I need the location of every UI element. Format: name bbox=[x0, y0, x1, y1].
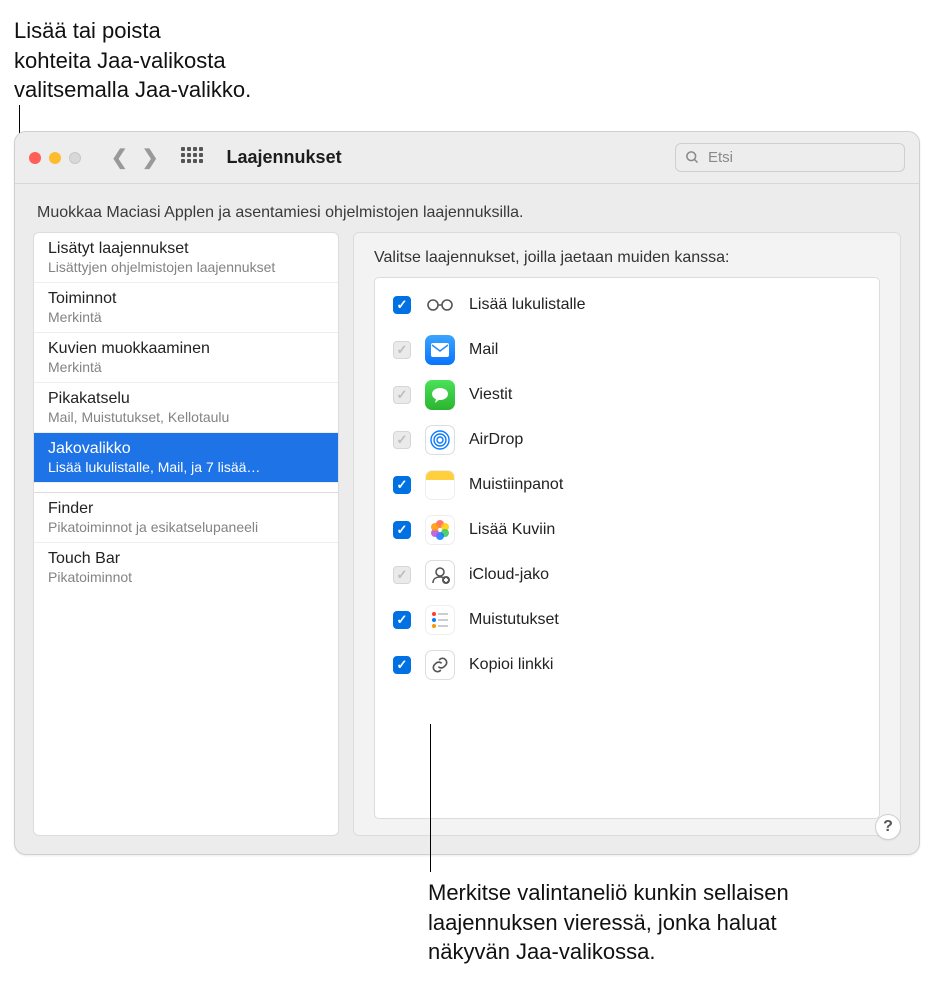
extension-checkbox bbox=[393, 386, 411, 404]
sidebar-item-label: Pikakatselu bbox=[48, 390, 324, 408]
extension-label: Muistutukset bbox=[469, 611, 559, 629]
extension-row: Mail bbox=[375, 327, 879, 372]
grid-icon[interactable] bbox=[181, 147, 203, 169]
close-button[interactable] bbox=[29, 152, 41, 164]
sidebar-separator bbox=[34, 483, 338, 493]
photos-icon bbox=[425, 515, 455, 545]
sidebar-item-actions[interactable]: Toiminnot Merkintä bbox=[34, 283, 338, 333]
sidebar-item-sublabel: Merkintä bbox=[48, 309, 324, 325]
sidebar: Lisätyt laajennukset Lisättyjen ohjelmis… bbox=[33, 232, 339, 836]
airdrop-icon bbox=[425, 425, 455, 455]
search-field[interactable] bbox=[675, 143, 905, 172]
extension-row: Lisää lukulistalle bbox=[375, 282, 879, 327]
extension-checkbox[interactable] bbox=[393, 521, 411, 539]
extension-label: AirDrop bbox=[469, 431, 523, 449]
sidebar-item-sublabel: Mail, Muistutukset, Kellotaulu bbox=[48, 409, 324, 425]
sidebar-item-photo-editing[interactable]: Kuvien muokkaaminen Merkintä bbox=[34, 333, 338, 383]
sidebar-item-sublabel: Lisättyjen ohjelmistojen laajennukset bbox=[48, 259, 324, 275]
sidebar-item-sublabel: Pikatoiminnot ja esikatselupaneeli bbox=[48, 519, 324, 535]
window-controls bbox=[29, 152, 81, 164]
extension-checkbox bbox=[393, 341, 411, 359]
nav-arrows: ❮ ❯ bbox=[111, 145, 159, 170]
extension-row: AirDrop bbox=[375, 417, 879, 462]
sidebar-item-label: Kuvien muokkaaminen bbox=[48, 340, 324, 358]
extensions-list: Lisää lukulistalle Mail Viestit bbox=[374, 277, 880, 819]
extension-row: iCloud-jako bbox=[375, 552, 879, 597]
extension-row: Lisää Kuviin bbox=[375, 507, 879, 552]
extension-label: Lisää lukulistalle bbox=[469, 296, 586, 314]
sidebar-item-quicklook[interactable]: Pikakatselu Mail, Muistutukset, Kellotau… bbox=[34, 383, 338, 433]
annotation-top: Lisää tai poista kohteita Jaa-valikosta … bbox=[14, 16, 251, 105]
extension-label: iCloud-jako bbox=[469, 566, 549, 584]
sidebar-item-touchbar[interactable]: Touch Bar Pikatoiminnot bbox=[34, 543, 338, 592]
sidebar-item-added-extensions[interactable]: Lisätyt laajennukset Lisättyjen ohjelmis… bbox=[34, 233, 338, 283]
zoom-button[interactable] bbox=[69, 152, 81, 164]
sidebar-item-label: Finder bbox=[48, 500, 324, 518]
preferences-window: ❮ ❯ Laajennukset Muokkaa Maciasi Applen … bbox=[14, 131, 920, 855]
minimize-button[interactable] bbox=[49, 152, 61, 164]
sidebar-item-sublabel: Lisää lukulistalle, Mail, ja 7 lisää… bbox=[48, 459, 324, 475]
forward-button[interactable]: ❯ bbox=[142, 145, 159, 170]
icloud-share-icon bbox=[425, 560, 455, 590]
extension-row: Muistutukset bbox=[375, 597, 879, 642]
notes-icon bbox=[425, 470, 455, 500]
search-input[interactable] bbox=[675, 143, 905, 172]
extension-row: Kopioi linkki bbox=[375, 642, 879, 687]
titlebar: ❮ ❯ Laajennukset bbox=[15, 132, 919, 184]
callout-line bbox=[430, 724, 431, 872]
mail-icon bbox=[425, 335, 455, 365]
sidebar-item-sublabel: Pikatoiminnot bbox=[48, 569, 324, 585]
link-icon bbox=[425, 650, 455, 680]
extension-label: Kopioi linkki bbox=[469, 656, 553, 674]
extension-row: Muistiinpanot bbox=[375, 462, 879, 507]
extension-row: Viestit bbox=[375, 372, 879, 417]
back-button[interactable]: ❮ bbox=[111, 145, 128, 170]
extension-checkbox bbox=[393, 431, 411, 449]
messages-icon bbox=[425, 380, 455, 410]
readinglist-icon bbox=[425, 290, 455, 320]
main-title: Valitse laajennukset, joilla jaetaan mui… bbox=[374, 249, 880, 267]
search-icon bbox=[685, 150, 700, 165]
extension-checkbox[interactable] bbox=[393, 656, 411, 674]
extension-label: Lisää Kuviin bbox=[469, 521, 555, 539]
sidebar-item-finder[interactable]: Finder Pikatoiminnot ja esikatselupaneel… bbox=[34, 493, 338, 543]
main-panel: Valitse laajennukset, joilla jaetaan mui… bbox=[353, 232, 901, 836]
extension-checkbox[interactable] bbox=[393, 611, 411, 629]
sidebar-item-sublabel: Merkintä bbox=[48, 359, 324, 375]
sidebar-item-label: Jakovalikko bbox=[48, 440, 324, 458]
extension-checkbox bbox=[393, 566, 411, 584]
extension-label: Mail bbox=[469, 341, 498, 359]
help-button[interactable]: ? bbox=[875, 814, 901, 840]
content-area: Lisätyt laajennukset Lisättyjen ohjelmis… bbox=[15, 232, 919, 854]
window-title: Laajennukset bbox=[227, 147, 342, 168]
extension-label: Muistiinpanot bbox=[469, 476, 563, 494]
sidebar-item-label: Touch Bar bbox=[48, 550, 324, 568]
sidebar-item-label: Lisätyt laajennukset bbox=[48, 240, 324, 258]
extension-checkbox[interactable] bbox=[393, 476, 411, 494]
pane-description: Muokkaa Maciasi Applen ja asentamiesi oh… bbox=[15, 184, 919, 232]
extension-checkbox[interactable] bbox=[393, 296, 411, 314]
annotation-bottom: Merkitse valintaneliö kunkin sellaisen l… bbox=[428, 878, 789, 967]
reminders-icon bbox=[425, 605, 455, 635]
sidebar-item-share-menu[interactable]: Jakovalikko Lisää lukulistalle, Mail, ja… bbox=[34, 433, 338, 483]
extension-label: Viestit bbox=[469, 386, 512, 404]
sidebar-item-label: Toiminnot bbox=[48, 290, 324, 308]
